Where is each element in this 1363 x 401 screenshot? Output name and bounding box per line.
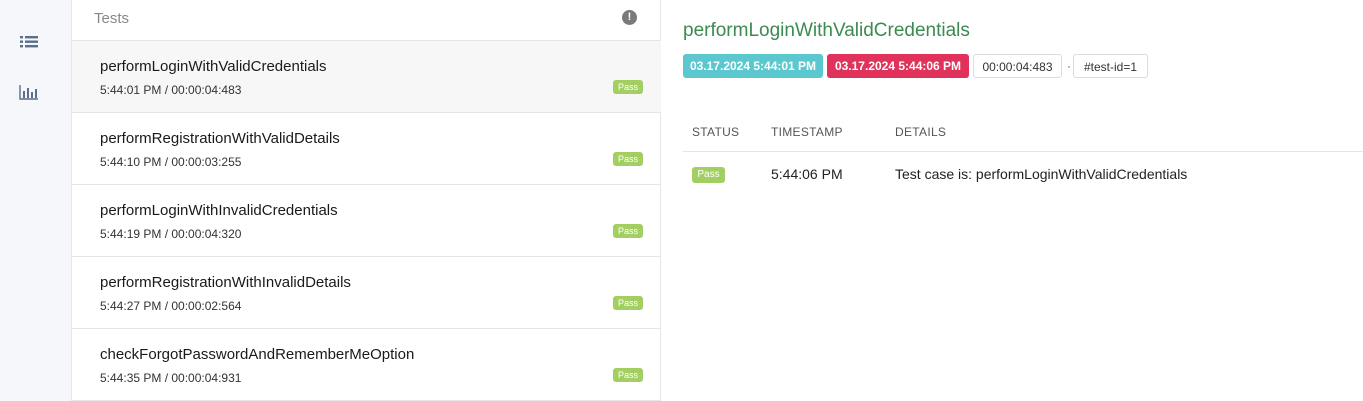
test-name: performRegistrationWithInvalidDetails <box>100 274 351 291</box>
test-name: performLoginWithInvalidCredentials <box>100 202 338 219</box>
sidebar <box>0 0 71 401</box>
status-badge: Pass <box>613 224 643 238</box>
column-header-status: STATUS <box>692 125 740 139</box>
log-status-badge: Pass <box>692 167 725 183</box>
start-time-badge: 03.17.2024 5:44:01 PM <box>683 54 823 78</box>
test-name: performRegistrationWithValidDetails <box>100 130 340 147</box>
test-time-duration: 5:44:27 PM / 00:00:02:564 <box>100 299 242 313</box>
status-badge: Pass <box>613 80 643 94</box>
test-list-header: Tests ! <box>72 0 661 41</box>
test-name: performLoginWithValidCredentials <box>100 58 327 75</box>
test-list-panel: Tests ! performLoginWithValidCredentials… <box>71 0 661 401</box>
status-badge: Pass <box>613 152 643 166</box>
detail-title: performLoginWithValidCredentials <box>683 20 970 41</box>
status-badge: Pass <box>613 368 643 382</box>
test-time-duration: 5:44:35 PM / 00:00:04:931 <box>100 371 242 385</box>
test-detail-panel: performLoginWithValidCredentials 03.17.2… <box>661 0 1363 401</box>
test-id-badge: #test-id=1 <box>1073 54 1148 78</box>
test-list-item[interactable]: performRegistrationWithValidDetails 5:44… <box>72 113 661 185</box>
column-header-details: DETAILS <box>895 125 947 139</box>
column-header-timestamp: TIMESTAMP <box>771 125 843 139</box>
test-name: checkForgotPasswordAndRememberMeOption <box>100 346 415 363</box>
test-list-item[interactable]: performRegistrationWithInvalidDetails 5:… <box>72 257 661 329</box>
test-list-item[interactable]: performLoginWithValidCredentials 5:44:01… <box>72 41 661 113</box>
test-list-item[interactable]: checkForgotPasswordAndRememberMeOption 5… <box>72 329 661 401</box>
log-timestamp: 5:44:06 PM <box>771 166 843 182</box>
table-header-divider <box>683 151 1363 152</box>
alert-icon[interactable]: ! <box>622 10 637 25</box>
test-time-duration: 5:44:01 PM / 00:00:04:483 <box>100 83 242 97</box>
end-time-badge: 03.17.2024 5:44:06 PM <box>827 54 969 78</box>
separator-dot: · <box>1067 59 1071 73</box>
test-time-duration: 5:44:19 PM / 00:00:04:320 <box>100 227 242 241</box>
duration-badge: 00:00:04:483 <box>973 54 1062 78</box>
log-details: Test case is: performLoginWithValidCrede… <box>895 166 1188 182</box>
status-badge: Pass <box>613 296 643 310</box>
bar-chart-icon[interactable] <box>18 83 40 101</box>
test-list-title: Tests <box>94 10 130 27</box>
test-list-item[interactable]: performLoginWithInvalidCredentials 5:44:… <box>72 185 661 257</box>
list-icon[interactable] <box>18 34 40 52</box>
test-time-duration: 5:44:10 PM / 00:00:03:255 <box>100 155 242 169</box>
